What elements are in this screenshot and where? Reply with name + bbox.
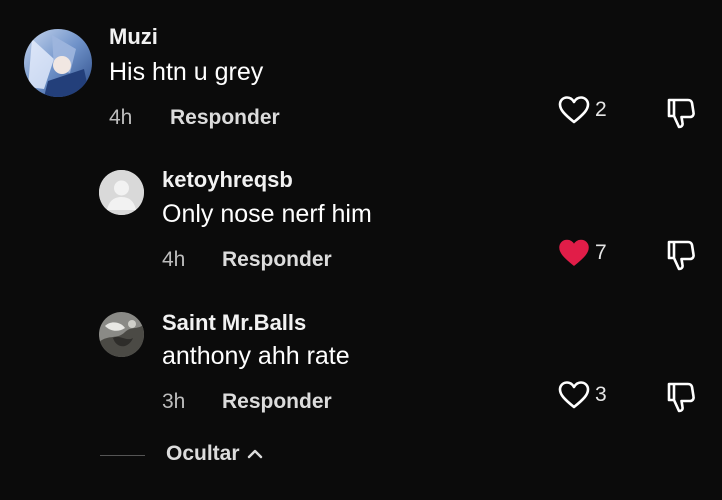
- like-button[interactable]: 3: [558, 380, 607, 410]
- heart-outline-icon: [558, 381, 590, 409]
- hide-replies-label: Ocultar: [166, 442, 240, 465]
- username[interactable]: Muzi: [109, 24, 158, 50]
- avatar[interactable]: [24, 29, 92, 97]
- timestamp: 4h: [162, 248, 186, 271]
- avatar[interactable]: [99, 170, 144, 215]
- dislike-button[interactable]: [665, 238, 697, 272]
- avatar-image: [24, 29, 92, 97]
- default-avatar-icon: [99, 170, 144, 215]
- avatar-image: [99, 312, 144, 357]
- heart-filled-icon: [559, 239, 589, 266]
- thumbs-down-icon: [667, 240, 695, 271]
- divider: [100, 455, 145, 456]
- comment-text: His htn u grey: [109, 58, 264, 86]
- hide-replies-button[interactable]: Ocultar: [166, 442, 264, 466]
- dislike-button[interactable]: [665, 96, 697, 130]
- thumbs-down-icon: [667, 98, 695, 129]
- like-count: 2: [595, 98, 607, 121]
- like-count: 3: [595, 383, 607, 406]
- timestamp: 4h: [109, 106, 133, 129]
- avatar[interactable]: [99, 312, 144, 357]
- like-count: 7: [595, 241, 607, 264]
- timestamp: 3h: [162, 390, 186, 413]
- comment-text: anthony ahh rate: [162, 342, 350, 370]
- reply-button[interactable]: Responder: [170, 106, 280, 130]
- dislike-button[interactable]: [665, 380, 697, 414]
- chevron-up-icon: [247, 449, 262, 459]
- comment-thread: Muzi His htn u grey 4h Responder 2 ketoy…: [0, 0, 722, 500]
- username[interactable]: Saint Mr.Balls: [162, 310, 306, 336]
- username[interactable]: ketoyhreqsb: [162, 167, 293, 193]
- reply-button[interactable]: Responder: [222, 390, 332, 414]
- comment-text: Only nose nerf him: [162, 200, 372, 228]
- heart-outline-icon: [558, 96, 590, 124]
- thumbs-down-icon: [667, 382, 695, 413]
- reply-button[interactable]: Responder: [222, 248, 332, 272]
- like-button[interactable]: 7: [558, 238, 607, 268]
- like-button[interactable]: 2: [558, 95, 607, 125]
